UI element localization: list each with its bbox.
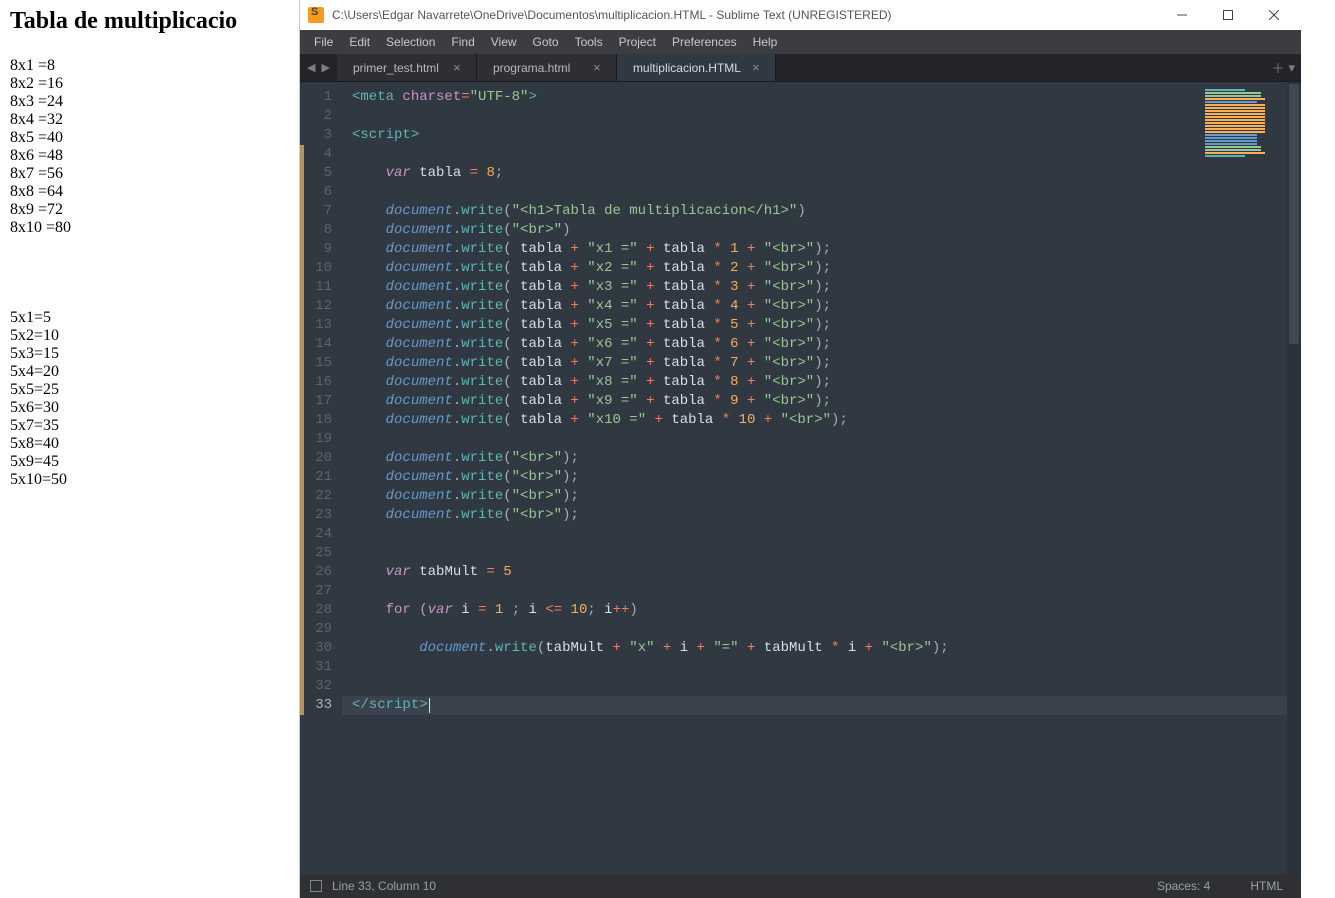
titlebar[interactable]: C:\Users\Edgar Navarrete\OneDrive\Docume…: [300, 0, 1301, 30]
tab-label: programa.html: [493, 61, 570, 75]
new-tab-icon[interactable]: ＋: [1271, 58, 1284, 77]
output-line: 5x7=35: [10, 417, 290, 435]
output-line: 5x6=30: [10, 399, 290, 417]
tab-close-icon[interactable]: ×: [450, 60, 464, 75]
output-line: 5x3=15: [10, 345, 290, 363]
menu-edit[interactable]: Edit: [341, 30, 378, 54]
tab-dropdown-icon[interactable]: ▾: [1288, 60, 1295, 76]
editor-area[interactable]: 1234567891011121314151617181920212223242…: [300, 82, 1301, 874]
menu-view[interactable]: View: [483, 30, 525, 54]
tab-label: primer_test.html: [353, 61, 439, 75]
maximize-button[interactable]: [1205, 0, 1251, 30]
panel-toggle-icon[interactable]: [310, 880, 322, 892]
sublime-app-icon: [308, 7, 324, 23]
statusbar: Line 33, Column 10 Spaces: 4 HTML: [300, 874, 1301, 898]
indentation-indicator[interactable]: Spaces: 4: [1157, 879, 1210, 893]
output-line: 8x1 =8: [10, 57, 290, 75]
output-line: 5x9=45: [10, 453, 290, 471]
sublime-window: C:\Users\Edgar Navarrete\OneDrive\Docume…: [300, 0, 1301, 898]
output-line: 8x4 =32: [10, 111, 290, 129]
window-title: C:\Users\Edgar Navarrete\OneDrive\Docume…: [332, 8, 1159, 22]
close-button[interactable]: [1251, 0, 1297, 30]
tab-multiplicacion-html[interactable]: multiplicacion.HTML ×: [617, 54, 776, 81]
menu-help[interactable]: Help: [745, 30, 786, 54]
menu-file[interactable]: File: [306, 30, 341, 54]
output-line: 8x3 =24: [10, 93, 290, 111]
code-content[interactable]: <meta charset="UTF-8"> <script> var tabl…: [342, 82, 1301, 874]
menu-find[interactable]: Find: [443, 30, 482, 54]
menubar: FileEditSelectionFindViewGotoToolsProjec…: [300, 30, 1301, 54]
tab-history-back-icon[interactable]: ◀: [304, 61, 318, 74]
output-line: 5x2=10: [10, 327, 290, 345]
vertical-scrollbar[interactable]: [1287, 82, 1301, 874]
syntax-indicator[interactable]: HTML: [1250, 879, 1283, 893]
output-line: 5x5=25: [10, 381, 290, 399]
minimize-button[interactable]: [1159, 0, 1205, 30]
output-line: 8x7 =56: [10, 165, 290, 183]
menu-preferences[interactable]: Preferences: [664, 30, 745, 54]
menu-project[interactable]: Project: [611, 30, 664, 54]
tab-programa-html[interactable]: programa.html ×: [477, 54, 617, 81]
menu-selection[interactable]: Selection: [378, 30, 443, 54]
output-line: 8x6 =48: [10, 147, 290, 165]
output-line: 8x2 =16: [10, 75, 290, 93]
line-number-gutter: 1234567891011121314151617181920212223242…: [304, 82, 342, 874]
output-line: 8x5 =40: [10, 129, 290, 147]
output-line: 8x10 =80: [10, 219, 290, 237]
output-line: 5x4=20: [10, 363, 290, 381]
output-line: 8x8 =64: [10, 183, 290, 201]
output-line: 8x9 =72: [10, 201, 290, 219]
tab-label: multiplicacion.HTML: [633, 61, 741, 75]
tab-close-icon[interactable]: ×: [749, 60, 763, 75]
tabs-row: ◀ ▶ primer_test.html×programa.html×multi…: [300, 54, 1301, 82]
menu-goto[interactable]: Goto: [525, 30, 567, 54]
tab-history-forward-icon[interactable]: ▶: [318, 61, 332, 74]
tab-primer-test-html[interactable]: primer_test.html ×: [337, 54, 477, 81]
cursor-position[interactable]: Line 33, Column 10: [332, 879, 436, 893]
page-title: Tabla de multiplicacio: [10, 8, 290, 35]
browser-output: Tabla de multiplicacio 8x1 =88x2 =168x3 …: [0, 0, 300, 497]
tab-close-icon[interactable]: ×: [590, 60, 604, 75]
minimap[interactable]: [1205, 88, 1285, 178]
menu-tools[interactable]: Tools: [567, 30, 611, 54]
output-line: 5x1=5: [10, 309, 290, 327]
output-line: 5x10=50: [10, 471, 290, 489]
output-line: 5x8=40: [10, 435, 290, 453]
